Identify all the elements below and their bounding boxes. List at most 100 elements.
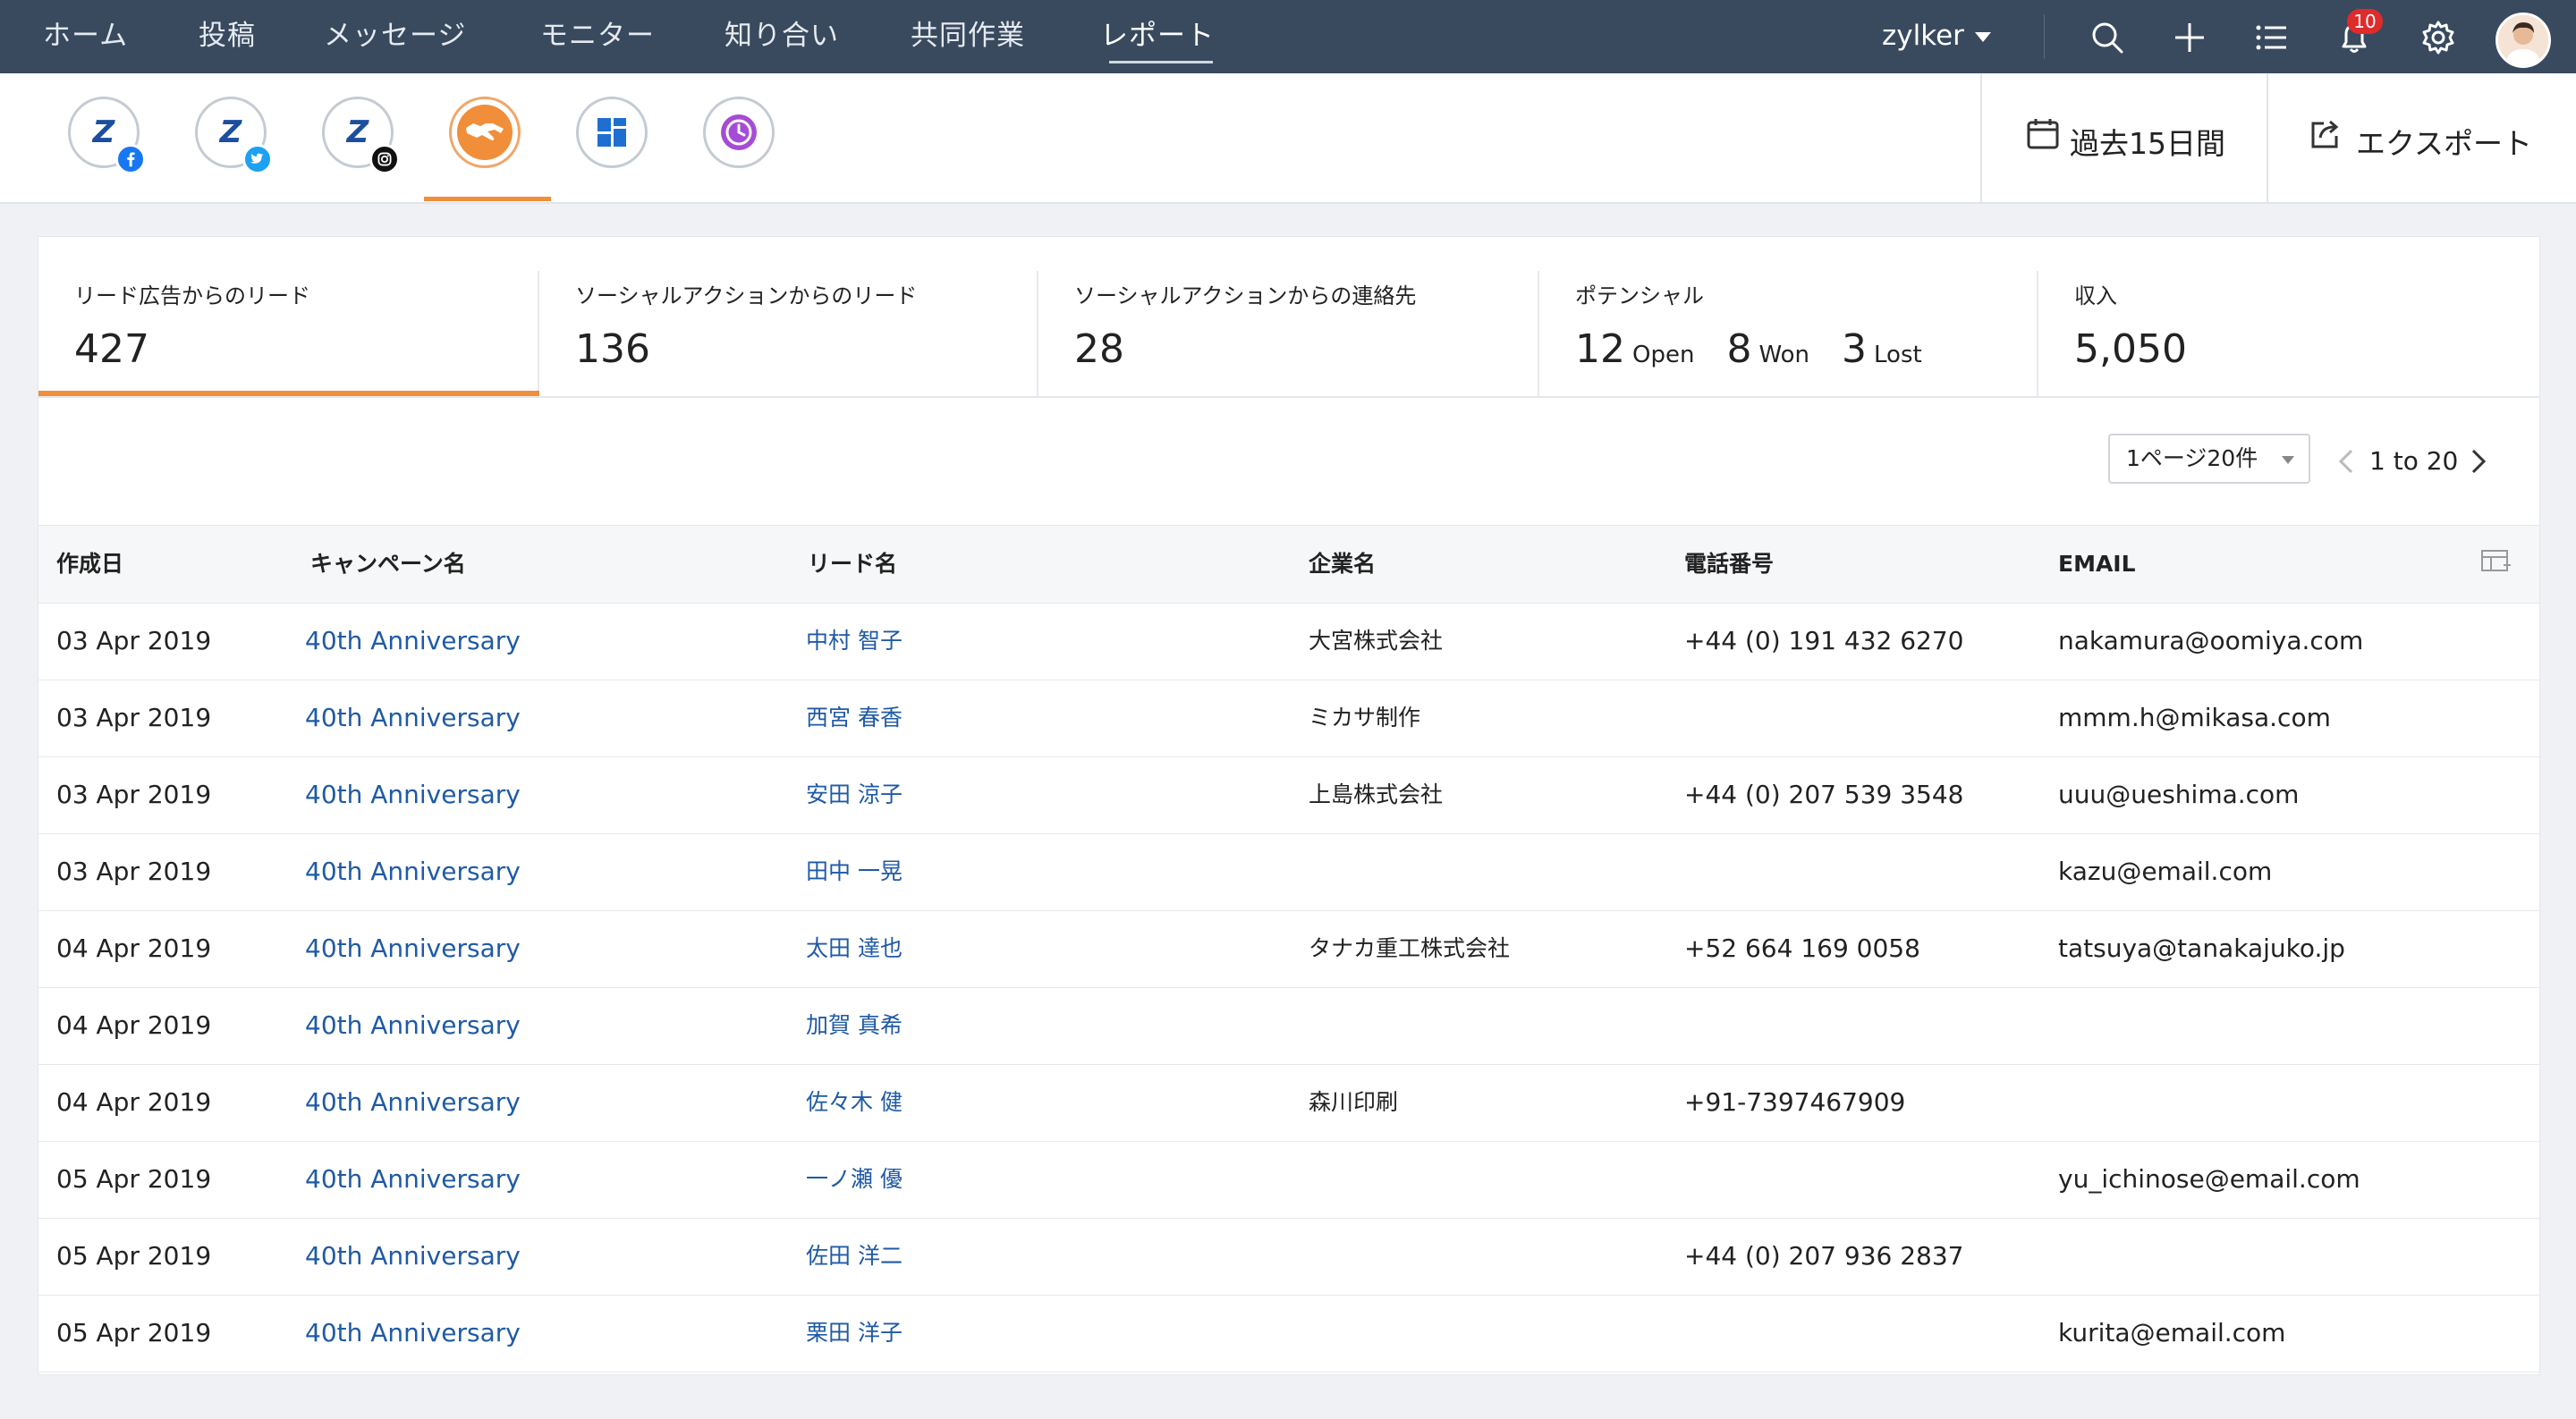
dashboard-grid-icon: [597, 118, 626, 147]
cell-campaign-link[interactable]: 40th Anniversary: [305, 833, 521, 910]
channel-clock-report[interactable]: [703, 97, 775, 168]
gear-icon[interactable]: [2419, 18, 2458, 57]
stat-value: 136: [575, 326, 650, 372]
stat-leads-social[interactable]: ソーシャルアクションからのリード 136: [539, 237, 1040, 396]
report-card: リード広告からのリード 427 ソーシャルアクションからのリード 136 ソーシ…: [38, 236, 2540, 1375]
cell-lead-link[interactable]: 佐田 洋二: [806, 1218, 902, 1295]
page-range: 1 to 20: [2369, 446, 2459, 476]
column-phone[interactable]: 電話番号: [1684, 526, 1774, 603]
channel-handshake[interactable]: [449, 97, 521, 168]
stat-revenue[interactable]: 収入 5,050: [2038, 237, 2539, 396]
cell-lead-link[interactable]: 太田 達也: [806, 910, 902, 987]
chevron-left-icon[interactable]: [2334, 448, 2360, 475]
cell-campaign-link[interactable]: 40th Anniversary: [305, 1218, 521, 1295]
channel-zylker-twitter[interactable]: Z: [195, 97, 273, 174]
export-button[interactable]: エクスポート: [2267, 73, 2576, 202]
stat-value: 28: [1074, 326, 1124, 372]
table-row[interactable]: 03 Apr 2019 40th Anniversary 田中 一晃 kazu@…: [38, 833, 2539, 911]
nav-posts[interactable]: 投稿: [199, 0, 256, 73]
cell-campaign-link[interactable]: 40th Anniversary: [305, 680, 521, 756]
handshake-icon: [457, 105, 513, 160]
cell-created: 03 Apr 2019: [56, 626, 212, 655]
table-row[interactable]: 04 Apr 2019 40th Anniversary 太田 達也 タナカ重工…: [38, 910, 2539, 988]
cell-lead-link[interactable]: 一ノ瀬 優: [806, 1141, 902, 1218]
chevron-right-icon[interactable]: [2464, 448, 2491, 475]
stat-potential-values: 12 Open 8 Won 3 Lost: [1575, 326, 1954, 372]
cell-email: kurita@email.com: [2058, 1318, 2286, 1347]
stat-potential[interactable]: ポテンシャル 12 Open 8 Won 3 Lost: [1539, 237, 2040, 396]
column-company[interactable]: 企業名: [1309, 526, 1376, 603]
channel-dashboard[interactable]: [576, 97, 648, 168]
twitter-icon: [242, 144, 273, 174]
column-lead[interactable]: リード名: [808, 526, 897, 603]
per-page-select[interactable]: 1ページ20件: [2108, 434, 2310, 484]
table-row[interactable]: 03 Apr 2019 40th Anniversary 安田 涼子 上島株式会…: [38, 756, 2539, 834]
nav-active-indicator: [1109, 61, 1213, 63]
cell-campaign-link[interactable]: 40th Anniversary: [305, 1295, 521, 1372]
cell-campaign-link[interactable]: 40th Anniversary: [305, 1064, 521, 1141]
chevron-down-icon: [2282, 456, 2294, 464]
brand-switcher[interactable]: zylker: [1882, 0, 1991, 73]
cell-phone: +91-7397467909: [1684, 1087, 1906, 1117]
potential-open-label: Open: [1632, 342, 1695, 368]
clock-report-icon: [721, 114, 757, 150]
nav-messages[interactable]: メッセージ: [324, 0, 466, 73]
cell-lead-link[interactable]: 安田 涼子: [806, 756, 902, 833]
cell-campaign-link[interactable]: 40th Anniversary: [305, 1141, 521, 1218]
cell-lead-link[interactable]: 佐々木 健: [806, 1064, 902, 1141]
column-campaign[interactable]: キャンペーン名: [310, 526, 466, 603]
potential-won-count: 8: [1726, 326, 1752, 372]
cell-created: 03 Apr 2019: [56, 780, 212, 809]
cell-campaign-link[interactable]: 40th Anniversary: [305, 603, 521, 680]
column-settings-icon[interactable]: [2480, 549, 2511, 574]
table-row[interactable]: 03 Apr 2019 40th Anniversary 中村 智子 大宮株式会…: [38, 603, 2539, 680]
potential-lost-label: Lost: [1874, 342, 1922, 368]
nav-divider: [2044, 14, 2045, 59]
cell-company: 上島株式会社: [1309, 781, 1444, 807]
search-icon[interactable]: [2088, 18, 2127, 57]
stat-leads-ads[interactable]: リード広告からのリード 427: [38, 237, 539, 396]
stat-contacts-social[interactable]: ソーシャルアクションからの連絡先 28: [1038, 237, 1539, 396]
user-avatar-icon: [2498, 15, 2548, 65]
channel-zylker-facebook[interactable]: Z: [68, 97, 146, 174]
nav-collaboration[interactable]: 共同作業: [911, 0, 1025, 73]
nav-monitor[interactable]: モニター: [540, 0, 655, 73]
nav-connections[interactable]: 知り合い: [724, 0, 839, 73]
potential-lost-count: 3: [1842, 326, 1868, 372]
cell-phone: +52 664 169 0058: [1684, 933, 1920, 963]
cell-created: 04 Apr 2019: [56, 933, 212, 963]
table-row[interactable]: 03 Apr 2019 40th Anniversary 西宮 春香 ミカサ制作…: [38, 680, 2539, 757]
table-row[interactable]: 04 Apr 2019 40th Anniversary 佐々木 健 森川印刷 …: [38, 1064, 2539, 1142]
table-row[interactable]: 04 Apr 2019 40th Anniversary 加賀 真希: [38, 987, 2539, 1065]
avatar[interactable]: [2496, 13, 2551, 68]
table-row[interactable]: 05 Apr 2019 40th Anniversary 栗田 洋子 kurit…: [38, 1295, 2539, 1373]
cell-lead-link[interactable]: 西宮 春香: [806, 680, 902, 756]
cell-lead-link[interactable]: 田中 一晃: [806, 833, 902, 910]
stat-label: ソーシャルアクションからの連絡先: [1074, 283, 1417, 308]
date-range-selector[interactable]: 過去15日間: [1980, 73, 2268, 202]
channel-zylker-instagram[interactable]: Z: [322, 97, 400, 174]
table-row[interactable]: 05 Apr 2019 40th Anniversary 佐田 洋二 +44 (…: [38, 1218, 2539, 1296]
cell-lead-link[interactable]: 中村 智子: [806, 603, 902, 680]
cell-campaign-link[interactable]: 40th Anniversary: [305, 987, 521, 1064]
table-row[interactable]: 05 Apr 2019 40th Anniversary 一ノ瀬 優 yu_ic…: [38, 1141, 2539, 1219]
cell-campaign-link[interactable]: 40th Anniversary: [305, 910, 521, 987]
column-created[interactable]: 作成日: [56, 526, 123, 603]
cell-campaign-link[interactable]: 40th Anniversary: [305, 756, 521, 833]
nav-home[interactable]: ホーム: [43, 0, 128, 73]
potential-won-label: Won: [1758, 342, 1810, 368]
per-page-value: 1ページ20件: [2126, 445, 2258, 471]
column-email[interactable]: EMAIL: [2058, 526, 2136, 603]
plus-icon[interactable]: [2170, 18, 2209, 57]
cell-lead-link[interactable]: 加賀 真希: [806, 987, 902, 1064]
cell-company: タナカ重工株式会社: [1309, 935, 1511, 961]
cell-lead-link[interactable]: 栗田 洋子: [806, 1295, 902, 1372]
stats-divider: [38, 396, 2539, 398]
table-header: 作成日 キャンペーン名 リード名 企業名 電話番号 EMAIL: [38, 525, 2539, 604]
cell-phone: +44 (0) 207 539 3548: [1684, 780, 1964, 809]
cell-created: 05 Apr 2019: [56, 1318, 212, 1347]
stat-label: ポテンシャル: [1575, 283, 1704, 308]
list-icon[interactable]: [2252, 18, 2292, 57]
cell-email: mmm.h@mikasa.com: [2058, 703, 2331, 732]
potential-open-count: 12: [1575, 326, 1625, 372]
